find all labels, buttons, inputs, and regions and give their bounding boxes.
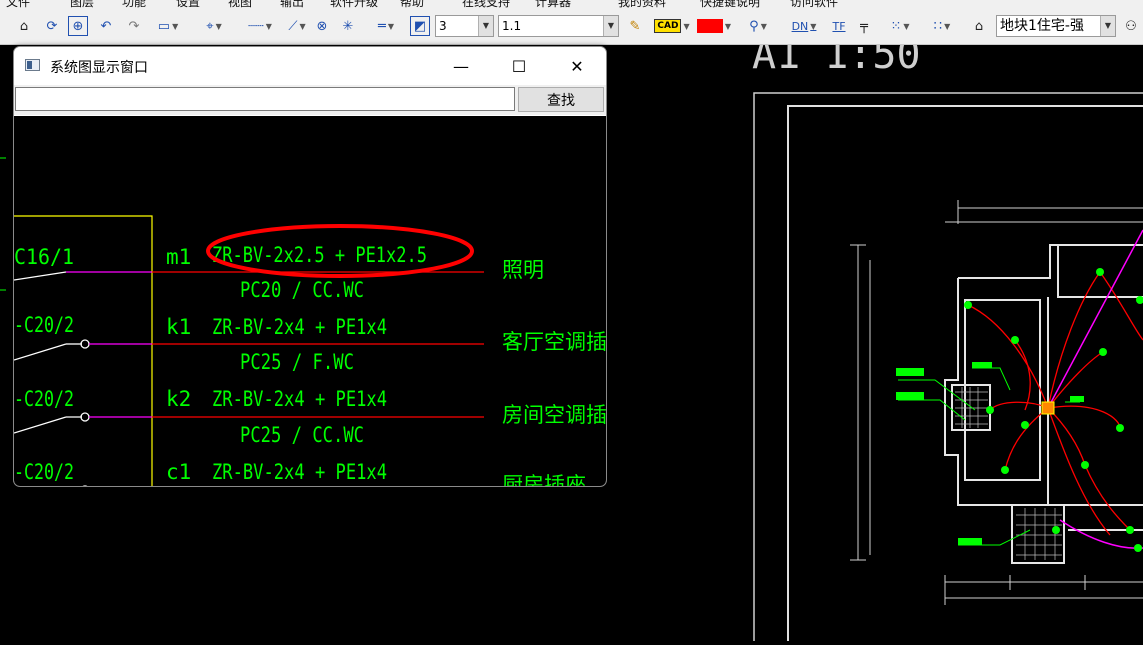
window-title: 系统图显示窗口	[50, 60, 148, 76]
green-symbols	[896, 268, 1143, 552]
snap-x-icon[interactable]: ⊗	[312, 16, 332, 36]
circuit-id: m1	[166, 245, 191, 269]
dimension-tool-icon[interactable]: ┈┈ ▼	[240, 16, 280, 36]
snap-star-icon[interactable]: ✳	[338, 16, 358, 36]
chevron-down-icon[interactable]: ▼	[603, 16, 618, 36]
breaker-contact-icon	[82, 485, 88, 486]
layer-count-select[interactable]: 3 ▼	[435, 15, 494, 37]
search-input[interactable]	[15, 87, 515, 111]
dn-button[interactable]: DN ▼	[784, 16, 824, 36]
dn-label: DN	[791, 19, 809, 33]
menu-item[interactable]: 设置	[176, 0, 200, 8]
minimize-button[interactable]: —	[432, 47, 490, 85]
refresh-icon[interactable]: ⟳	[42, 16, 62, 36]
scale-icon[interactable]: ◩	[410, 16, 430, 36]
pen-icon[interactable]: ✎	[624, 16, 646, 36]
load-name: 客厅空调插座	[502, 330, 606, 354]
node-tool-icon[interactable]: ⚲ ▼	[740, 16, 776, 36]
cad-label: CAD	[654, 19, 682, 33]
menu-item[interactable]: 输出	[280, 0, 304, 8]
circuit-row[interactable]: C16/1 m1 ZR-BV-2x2.5 + PE1x2.5 PC20 / CC…	[14, 224, 544, 302]
crosshair-tool-icon[interactable]: ⌖ ▼	[198, 16, 230, 36]
block-name: 地块1住宅-强	[1000, 18, 1084, 34]
breaker-contact-icon	[80, 339, 90, 349]
conduit-spec: PC25 / F.WC	[240, 350, 354, 374]
color-picker[interactable]: ▼	[694, 16, 734, 36]
dimension-lines	[850, 200, 1143, 605]
menu-item[interactable]: 访问软件	[790, 0, 838, 8]
binoculars-icon[interactable]: ⚇	[1120, 16, 1142, 36]
line-scale-value: 1.1	[502, 19, 522, 33]
find-button[interactable]: 查找	[518, 87, 604, 112]
menu-item[interactable]: 我的资料	[618, 0, 666, 8]
menu-item[interactable]: 图层	[70, 0, 94, 8]
tf-button[interactable]: TF	[826, 16, 852, 36]
close-button[interactable]: ✕	[548, 47, 606, 85]
polyline-tool-icon[interactable]: ⟋ ▼	[282, 16, 312, 36]
distribution-box	[1041, 401, 1055, 415]
window-titlebar[interactable]: 系统图显示窗口 — ☐ ✕	[14, 47, 606, 85]
window-app-icon	[25, 59, 40, 71]
pipe-icon[interactable]: ╤	[853, 16, 875, 36]
chevron-down-icon[interactable]: ▼	[1100, 16, 1115, 36]
menu-item[interactable]: 功能	[122, 0, 146, 8]
menu-item[interactable]: 文件	[6, 0, 30, 8]
menu-item[interactable]: 视图	[228, 0, 252, 8]
building-icon[interactable]: ⌂	[966, 16, 992, 36]
line-scale-select[interactable]: 1.1 ▼	[498, 15, 619, 37]
search-row: 查找	[14, 85, 606, 115]
tf-label: TF	[832, 19, 846, 33]
redo-icon[interactable]: ↷	[124, 16, 144, 36]
menu-item[interactable]: 快捷键说明	[700, 0, 760, 8]
cable-spec: ZR-BV-2x4 + PE1x4	[212, 387, 387, 411]
red-wiring	[967, 271, 1143, 536]
breaker-label: C16/1	[14, 245, 74, 269]
menu-item[interactable]: 软件升级	[330, 0, 378, 8]
chevron-down-icon[interactable]: ▼	[478, 16, 493, 36]
layer-count-value: 3	[439, 19, 447, 33]
circuit-id: k2	[166, 387, 191, 411]
system-diagram-view[interactable]: C16/1 m1 ZR-BV-2x2.5 + PE1x2.5 PC20 / CC…	[14, 116, 606, 487]
red-swatch	[696, 19, 723, 33]
system-diagram: C16/1 m1 ZR-BV-2x2.5 + PE1x2.5 PC20 / CC…	[14, 215, 606, 487]
circuit-id: c1	[166, 460, 191, 484]
block-select[interactable]: 地块1住宅-强 ▼	[996, 15, 1116, 37]
toolbar: ⌂ ⟳ ⊕ ↶ ↷ ▭ ▼ ⌖ ▼ ┈┈ ▼ ⟋ ▼ ⊗ ✳ ═ ▼ ◩ 3 ▼ 1.1 …	[0, 8, 1143, 45]
maximize-button[interactable]: ☐	[490, 47, 548, 85]
dots-icon[interactable]: ∷ ▼	[924, 16, 960, 36]
circuit-row[interactable]: -C20/2 c1 ZR-BV-2x4 + PE1x4 厨房插座	[14, 460, 586, 487]
menu-item[interactable]: 帮助	[400, 0, 424, 8]
breaker-contact-icon	[80, 412, 90, 422]
breaker-switch	[14, 343, 67, 361]
cable-spec: ZR-BV-2x4 + PE1x4	[212, 460, 387, 484]
load-name: 照明	[502, 258, 544, 282]
line-style-icon[interactable]: ═ ▼	[366, 16, 406, 36]
undo-icon[interactable]: ↶	[96, 16, 116, 36]
conduit-spec: PC25 / CC.WC	[240, 423, 364, 447]
circuit-id: k1	[166, 315, 191, 339]
load-name: 厨房插座	[502, 473, 586, 487]
circuit-row[interactable]: -C20/2 k1 ZR-BV-2x4 + PE1x4 PC25 / F.WC …	[14, 313, 606, 374]
home-icon[interactable]: ⌂	[14, 16, 34, 36]
circuit-row[interactable]: -C20/2 k2 ZR-BV-2x4 + PE1x4 PC25 / CC.WC…	[14, 387, 606, 447]
conduit-spec: PC20 / CC.WC	[240, 278, 364, 302]
left-ruler	[0, 157, 6, 291]
cable-spec: ZR-BV-2x4 + PE1x4	[212, 315, 387, 339]
menu-bar: 文件 图层 功能 设置 视图 输出 软件升级 帮助 在线支持 计算器 我的资料 …	[0, 0, 1143, 8]
load-name: 房间空调插座	[502, 403, 606, 427]
breaker-switch	[14, 271, 67, 281]
breaker-label: -C20/2	[14, 313, 74, 337]
breaker-switch	[14, 416, 67, 434]
system-diagram-window[interactable]: 系统图显示窗口 — ☐ ✕ 查找 C16/1 m1 ZR-BV-2x2.5 + …	[13, 46, 607, 487]
cad-button[interactable]: CAD ▼	[652, 16, 692, 36]
cable-spec: ZR-BV-2x2.5 + PE1x2.5	[212, 243, 427, 267]
grid-icon[interactable]: ⁙ ▼	[882, 16, 918, 36]
zoom-extents-icon[interactable]: ⊕	[68, 16, 88, 36]
rectangle-tool-icon[interactable]: ▭ ▼	[154, 16, 182, 36]
plan-title: A1 1:50	[752, 45, 921, 78]
menu-item[interactable]: 计算器	[535, 0, 571, 8]
breaker-label: -C20/2	[14, 387, 74, 411]
breaker-label: -C20/2	[14, 460, 74, 484]
menu-item[interactable]: 在线支持	[462, 0, 510, 8]
